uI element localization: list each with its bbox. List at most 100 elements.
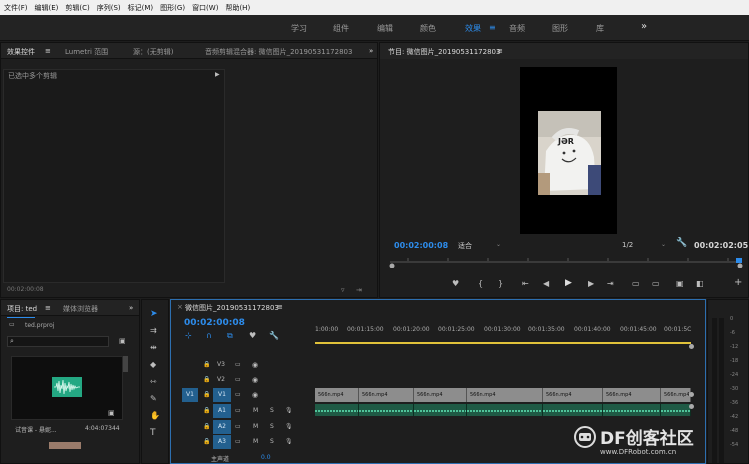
video-clip[interactable]: 566n.mp4 xyxy=(543,388,603,402)
lock-icon[interactable]: 🔒 xyxy=(203,361,210,369)
go-to-out-icon[interactable]: ⇥ xyxy=(607,280,614,288)
new-bin-icon[interactable]: ▣ xyxy=(119,337,126,345)
menu-item[interactable]: 文件(F) xyxy=(4,3,28,13)
fit-dropdown-icon[interactable]: ⌄ xyxy=(496,241,501,249)
workspace-learn[interactable]: 学习 xyxy=(291,23,307,34)
project-tab-menu-icon[interactable]: ≡ xyxy=(45,304,51,312)
master-volume-value[interactable]: 0.0 xyxy=(261,454,271,461)
tab-lumetri-scopes[interactable]: Lumetri 范围 xyxy=(65,47,108,57)
menu-item[interactable]: 剪辑(C) xyxy=(65,3,89,13)
workspace-menu-icon[interactable]: ≡ xyxy=(489,23,496,32)
timeline-close-icon[interactable]: × xyxy=(177,303,183,311)
workspace-audio[interactable]: 音频 xyxy=(509,23,525,34)
timeline-vscroll-handle[interactable] xyxy=(689,392,694,397)
step-back-icon[interactable]: ◀ xyxy=(543,280,549,288)
play-icon[interactable]: ▶ xyxy=(565,279,572,288)
menu-item[interactable]: 窗口(W) xyxy=(192,3,218,13)
program-title[interactable]: 节目: 微信图片_20190531172803 xyxy=(388,47,500,57)
menu-item[interactable]: 序列(S) xyxy=(97,3,121,13)
audio-clip[interactable] xyxy=(467,404,543,416)
export-frame-camera-icon[interactable]: ▣ xyxy=(676,280,684,288)
workspace-libraries[interactable]: 库 xyxy=(596,23,604,34)
sync-lock-icon[interactable]: ▭ xyxy=(235,407,241,415)
track-select-tool-icon[interactable]: ⇉ xyxy=(150,327,157,335)
track-target-a1[interactable]: A1 xyxy=(213,404,231,418)
tab-menu-icon[interactable]: ≡ xyxy=(45,47,51,55)
go-to-in-icon[interactable]: ⇤ xyxy=(522,280,529,288)
eye-icon[interactable]: ◉ xyxy=(252,361,258,369)
video-clip[interactable]: 566n.mp4 xyxy=(315,388,359,402)
timeline-ruler[interactable]: 1:00:00 00:01:15:00 00:01:20:00 00:01:25… xyxy=(315,318,691,344)
linked-selection-icon[interactable]: ⧉ xyxy=(227,332,233,340)
slip-tool-icon[interactable]: ⇿ xyxy=(150,378,157,386)
audio-clip[interactable] xyxy=(315,404,359,416)
workspace-color[interactable]: 颜色 xyxy=(420,23,436,34)
export-icon[interactable]: ⇥ xyxy=(356,286,362,294)
add-marker-icon[interactable]: ♥ xyxy=(452,280,459,288)
menu-item[interactable]: 帮助(H) xyxy=(225,3,250,13)
timeline-title[interactable]: 微信图片_20190531172803 xyxy=(185,303,279,313)
extract-icon[interactable]: ▭ xyxy=(652,280,660,288)
timeline-vscroll-handle-2[interactable] xyxy=(689,404,694,409)
program-resolution-select[interactable]: 1/2 xyxy=(622,241,633,249)
solo-button[interactable]: S xyxy=(270,407,274,414)
lock-icon[interactable]: 🔒 xyxy=(203,438,210,446)
settings-wrench-icon[interactable]: 🔧 xyxy=(676,239,687,248)
audio-clip[interactable] xyxy=(661,404,691,416)
lock-icon[interactable]: 🔒 xyxy=(203,376,210,384)
track-target-a2[interactable]: A2 xyxy=(213,420,231,434)
eye-icon[interactable]: ◉ xyxy=(252,391,258,399)
microphone-icon[interactable]: 🎙 xyxy=(285,438,293,446)
project-scrollbar[interactable] xyxy=(123,356,128,372)
razor-tool-icon[interactable]: ◆ xyxy=(150,361,156,369)
step-forward-icon[interactable]: ▶ xyxy=(588,280,594,288)
program-menu-icon[interactable]: ≡ xyxy=(497,47,503,55)
tab-audio-clip-mixer[interactable]: 音频剪辑混合器: 微信图片_20190531172803 xyxy=(205,47,352,57)
menu-item[interactable]: 标记(M) xyxy=(128,3,154,13)
type-tool-icon[interactable]: T xyxy=(150,429,156,438)
nest-toggle-icon[interactable]: ⊹ xyxy=(185,332,192,340)
mark-out-icon[interactable]: } xyxy=(498,280,503,288)
workspace-effects[interactable]: 效果 xyxy=(465,23,481,34)
ripple-edit-tool-icon[interactable]: ⇹ xyxy=(150,344,157,352)
menu-item[interactable]: 图形(G) xyxy=(160,3,185,13)
video-clip[interactable]: 566n.mp4 xyxy=(603,388,661,402)
sync-lock-icon[interactable]: ▭ xyxy=(235,423,241,431)
pen-tool-icon[interactable]: ✎ xyxy=(150,395,157,403)
lock-icon[interactable]: 🔒 xyxy=(203,391,210,399)
add-marker-timeline-icon[interactable]: ♥ xyxy=(249,332,256,340)
microphone-icon[interactable]: 🎙 xyxy=(285,423,293,431)
program-playhead-timecode[interactable]: 00:02:00:08 xyxy=(394,241,448,250)
work-area-bar[interactable] xyxy=(315,342,691,344)
audio-clip[interactable] xyxy=(359,404,414,416)
audio-clip[interactable] xyxy=(603,404,661,416)
solo-button[interactable]: S xyxy=(270,438,274,445)
tab-project[interactable]: 项目: ted xyxy=(7,304,37,314)
video-clip[interactable]: 566n.mp4 xyxy=(661,388,691,402)
video-clip[interactable]: 566n.mp4 xyxy=(359,388,414,402)
lift-icon[interactable]: ▭ xyxy=(632,280,640,288)
snap-icon[interactable]: ∩ xyxy=(206,332,212,340)
microphone-icon[interactable]: 🎙 xyxy=(285,407,293,415)
timeline-timecode[interactable]: 00:02:00:08 xyxy=(184,318,245,328)
source-patch-v1[interactable]: V1 xyxy=(182,388,198,402)
project-more-icon[interactable]: » xyxy=(129,304,133,312)
sync-lock-icon[interactable]: ▭ xyxy=(235,438,241,446)
track-target-a3[interactable]: A3 xyxy=(213,435,231,449)
video-clip[interactable]: 566n.mp4 xyxy=(467,388,543,402)
timeline-settings-icon[interactable]: 🔧 xyxy=(269,332,279,340)
hand-tool-icon[interactable]: ✋ xyxy=(150,412,160,420)
track-name-v2[interactable]: V2 xyxy=(217,376,225,383)
sync-lock-icon[interactable]: ▭ xyxy=(235,391,241,399)
sync-lock-icon[interactable]: ▭ xyxy=(235,361,241,369)
mute-button[interactable]: M xyxy=(253,423,258,430)
program-scrubber[interactable] xyxy=(388,258,744,269)
expand-arrow-icon[interactable]: ▶ xyxy=(215,71,220,79)
tabs-more-icon[interactable]: » xyxy=(369,47,373,55)
audio-clip[interactable] xyxy=(414,404,467,416)
workspace-graphics[interactable]: 图形 xyxy=(552,23,568,34)
mark-in-icon[interactable]: { xyxy=(478,280,483,288)
selection-tool-icon[interactable]: ➤ xyxy=(150,310,158,319)
workspace-editing[interactable]: 编辑 xyxy=(377,23,393,34)
audio-clip[interactable] xyxy=(543,404,603,416)
